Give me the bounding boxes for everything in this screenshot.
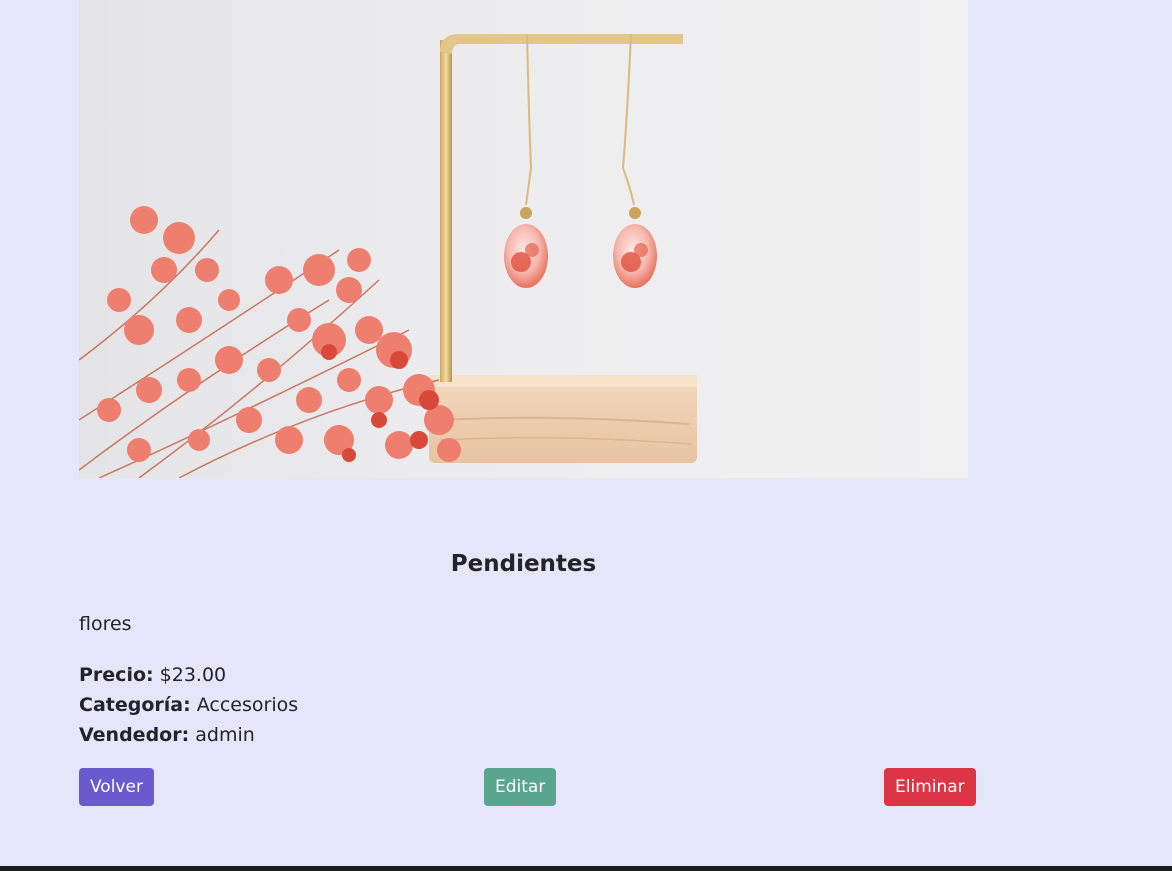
category-label: Categoría: — [79, 694, 191, 716]
price-label: Precio: — [79, 664, 154, 686]
seller-row: Vendedor: admin — [79, 720, 298, 750]
product-detail-page: Pendientes flores Precio: $23.00 Categor… — [0, 0, 1172, 871]
category-row: Categoría: Accesorios — [79, 690, 298, 720]
back-button[interactable]: Volver — [79, 768, 154, 806]
price-row: Precio: $23.00 — [79, 660, 298, 690]
seller-label: Vendedor: — [79, 724, 190, 746]
product-description: flores — [79, 613, 132, 635]
delete-button[interactable]: Eliminar — [884, 768, 976, 806]
earrings-photo-illustration — [79, 33, 697, 478]
product-image — [79, 0, 968, 478]
product-details: Precio: $23.00 Categoría: Accesorios Ven… — [79, 660, 298, 750]
edit-button[interactable]: Editar — [484, 768, 557, 806]
category-value: Accesorios — [196, 694, 299, 716]
price-value: $23.00 — [159, 664, 227, 686]
footer-bar — [0, 866, 1172, 871]
product-title: Pendientes — [450, 551, 597, 577]
seller-value: admin — [195, 724, 255, 746]
